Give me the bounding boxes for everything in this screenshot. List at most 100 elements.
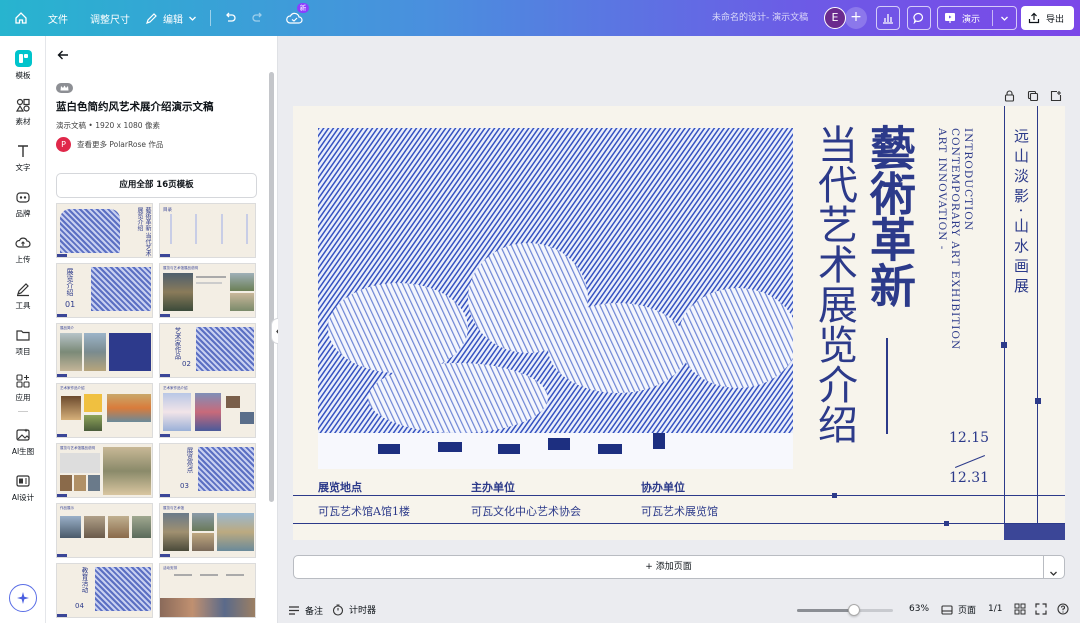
present-button[interactable]: 演示 [937,6,1017,30]
template-thumb-5[interactable]: 展品简介 [56,323,153,378]
thumb-accent [160,314,170,317]
author-avatar[interactable]: P [56,137,71,152]
rail-item-projects[interactable]: 项目 [0,327,46,357]
grid-view-button[interactable] [1014,603,1026,618]
rail-item-ai-design[interactable]: AI设计 [0,473,46,503]
rail-item-text[interactable]: 文字 [0,143,46,173]
slide-artwork[interactable] [318,128,793,469]
selection-handle[interactable] [1035,398,1041,404]
rail-item-templates[interactable]: 模板 [0,50,46,81]
resize-button[interactable]: 调整尺寸 [90,0,130,36]
duplicate-page-button[interactable] [1027,87,1039,106]
panel-scrollbar[interactable] [269,72,274,502]
thumb-accent [57,374,67,377]
comment-icon [913,12,923,24]
date-end[interactable]: 12.31 [949,470,989,486]
template-thumb-10[interactable]: 展览亮点 03 [159,443,256,498]
help-button[interactable] [1057,603,1069,618]
slide[interactable]: 藝術革新 当代艺术展览介绍 ART INNOVATION - CONTEMPOR… [293,106,1065,540]
thumb-accent [160,494,170,497]
info-value-venue[interactable]: 可瓦艺术馆A馆1楼 [318,503,410,519]
slide-title-sub[interactable]: 当代艺术展览介绍 [811,124,857,444]
cloud-check-icon [286,12,303,24]
info-heading-venue[interactable]: 展览地点 [318,479,362,495]
template-thumb-9[interactable]: 展览与艺术馆展品说明 [56,443,153,498]
rail-item-brand[interactable]: 品牌 [0,189,46,219]
text-icon [18,145,28,157]
top-bar: 文件 调整尺寸 编辑 新 未命名的设计- 演示文稿 E + 演示 导出 [0,0,1080,36]
fullscreen-button[interactable] [1035,603,1047,618]
thumb-painting [217,513,254,551]
english-line-3[interactable]: INTRODUCTION [961,128,974,231]
date-start[interactable]: 12.15 [949,430,989,446]
export-button[interactable]: 导出 [1021,6,1074,30]
chevron-down-icon[interactable] [1000,14,1009,23]
expand-icon [1035,603,1047,615]
upload-icon [15,237,31,248]
english-line-1[interactable]: ART INNOVATION - [935,128,948,250]
thumb-painting [240,412,254,424]
thumb-label: 活动安排 [163,566,177,570]
rail-item-elements[interactable]: 素材 [0,97,46,127]
template-thumb-13[interactable]: 教育活动 04 [56,563,153,618]
add-page-icon [1050,90,1062,102]
selection-handle[interactable] [944,521,949,526]
template-thumb-7[interactable]: 艺术家作品介绍 [56,383,153,438]
selection-handle[interactable] [832,493,837,498]
side-title[interactable]: 远山淡影·山水画展 [1008,128,1034,298]
rail-item-tools[interactable]: 工具 [0,281,46,311]
file-menu[interactable]: 文件 [48,0,68,36]
magic-assistant-button[interactable] [9,584,37,612]
redo-button[interactable] [251,0,265,36]
template-thumb-14[interactable]: 活动安排 [159,563,256,618]
thumb-artwork [198,447,254,491]
add-collaborator-button[interactable]: + [845,7,867,29]
thumb-painting [107,394,151,422]
timer-button[interactable]: 计时器 [332,603,376,616]
apply-all-button[interactable]: 应用全部 16页模板 [56,173,257,198]
design-title[interactable]: 未命名的设计- 演示文稿 [712,0,808,36]
template-thumb-4[interactable]: 展览与艺术馆展品说明 [159,263,256,318]
template-thumb-2[interactable]: 目录 [159,203,256,258]
notes-button[interactable]: 备注 [288,604,323,617]
rail-item-ai-image[interactable]: AI生图 [0,427,46,457]
info-heading-host[interactable]: 主办单位 [471,479,515,495]
zoom-slider[interactable] [797,604,893,616]
english-line-2[interactable]: CONTEMPORARY ART EXHIBITION [948,128,961,350]
template-thumb-8[interactable]: 艺术家作品介绍 [159,383,256,438]
rail-item-upload[interactable]: 上传 [0,235,46,265]
rail-item-apps[interactable]: 应用 [0,373,46,403]
back-button[interactable] [56,47,70,66]
comments-button[interactable] [907,6,931,30]
template-thumb-6[interactable]: 艺术家作品 02 [159,323,256,378]
add-page-options[interactable] [1049,563,1058,582]
zoom-percent[interactable]: 63% [909,604,929,614]
add-page-button[interactable]: + 添加页面 [294,556,1043,578]
template-thumb-11[interactable]: 作品展示 [56,503,153,558]
info-value-host[interactable]: 可瓦文化中心艺术协会 [471,503,581,519]
template-thumb-1[interactable]: 藝術革新 当代艺术展览介绍 [56,203,153,258]
add-page-icon-button[interactable] [1050,87,1062,106]
present-icon [945,13,955,23]
lock-button[interactable] [1004,87,1015,106]
thumb-painting [160,598,255,617]
home-icon[interactable] [14,0,32,36]
slide-title-main[interactable]: 藝術革新 [863,124,917,308]
selection-handle[interactable] [1001,342,1007,348]
insights-button[interactable] [876,6,900,30]
author-link[interactable]: 查看更多 PolarRose 作品 [77,139,163,150]
edit-menu[interactable]: 编辑 [145,0,197,36]
avatar[interactable]: E [824,7,846,29]
undo-button[interactable] [223,0,237,36]
template-thumb-3[interactable]: 展览介绍 01 [56,263,153,318]
info-heading-cohost[interactable]: 协办单位 [641,479,685,495]
zoom-slider-handle[interactable] [847,604,860,616]
thumb-painting [103,447,151,495]
thumb-label: 教育活动 [80,567,88,593]
page-count[interactable]: 1/1 [988,604,1002,614]
template-thumb-12[interactable]: 展览与艺术馆 [159,503,256,558]
lock-icon [1004,90,1015,102]
pages-button[interactable]: 页面 [941,603,976,616]
info-value-cohost[interactable]: 可瓦艺术展览馆 [641,503,718,519]
crown-icon [60,85,69,91]
